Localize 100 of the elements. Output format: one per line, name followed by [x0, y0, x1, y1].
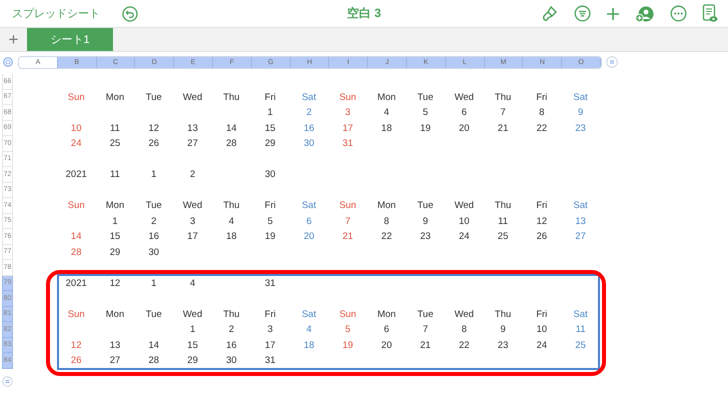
- table-cell-text: 1: [150, 278, 158, 289]
- select-all-handle[interactable]: [3, 57, 13, 67]
- table-cell-text: 24: [458, 231, 470, 242]
- table-cell-text: 11: [574, 324, 586, 336]
- table-cell-text: Fri: [535, 308, 548, 320]
- table-cell-text: Fri: [535, 92, 548, 103]
- table-cell-text: 18: [380, 122, 393, 134]
- table-cell-text: Sat: [300, 308, 318, 320]
- table-cell-text: 2021: [64, 169, 88, 180]
- table-cell-text: 31: [264, 355, 276, 366]
- table-cell-text: Thu: [222, 92, 241, 103]
- table-cell-text: 30: [264, 169, 276, 180]
- table-cell-text: 21: [419, 340, 432, 351]
- table-cell-text: 28: [225, 138, 238, 150]
- table-cell-text: 8: [538, 107, 546, 118]
- table-cell-text: 8: [460, 324, 468, 336]
- table-cell-text: 4: [305, 324, 313, 336]
- table-cell-text: 3: [344, 107, 352, 118]
- list-icon[interactable]: [574, 5, 591, 22]
- table-cell-text: Thu: [494, 92, 512, 103]
- table-cell-text: Thu: [494, 200, 512, 212]
- table-cell-text: 14: [225, 122, 238, 134]
- table-cell-text: 30: [302, 138, 316, 150]
- table-cell-text: 16: [148, 231, 160, 242]
- more-icon[interactable]: [670, 5, 687, 22]
- undo-icon[interactable]: [122, 6, 138, 22]
- table-cell-text: 23: [496, 340, 510, 351]
- sheet-tab[interactable]: シート1: [27, 28, 113, 51]
- table-cell-text: 24: [70, 138, 82, 150]
- table-cell-text: 13: [186, 122, 199, 134]
- table-cell-text: 10: [535, 324, 548, 336]
- table-cell-text: Wed: [182, 200, 204, 212]
- table-cell-text: 23: [419, 231, 432, 242]
- table-cell-text: 11: [497, 216, 509, 227]
- table-cell-text: Sat: [572, 308, 589, 320]
- table-cell-text: 27: [186, 138, 199, 150]
- table-cell-text: Mon: [376, 92, 397, 103]
- table-cell-text: 6: [460, 107, 468, 118]
- table-cell-text: 8: [382, 216, 390, 227]
- table-cell-text: 14: [148, 340, 160, 351]
- table-cell-text: 2: [150, 216, 158, 227]
- table-cell-text: Wed: [453, 92, 475, 103]
- add-sheet-button[interactable]: +: [0, 28, 27, 51]
- back-link[interactable]: スプレッドシート: [12, 6, 100, 21]
- table-cell-text: Wed: [453, 200, 475, 212]
- table-cell-text: 9: [499, 324, 507, 336]
- table-cell-text: Wed: [182, 92, 204, 103]
- table-cell-text: Thu: [222, 200, 241, 212]
- table-cell-text: Wed: [453, 308, 475, 320]
- table-cell-text: 1: [150, 169, 158, 180]
- table-cell-text: Sat: [300, 92, 318, 103]
- table-cell-text: 6: [305, 216, 313, 227]
- table-cell-text: Fri: [264, 92, 277, 103]
- table-cell-text: Tue: [144, 92, 163, 103]
- table-cell-text: 22: [458, 340, 470, 351]
- table-cell-text: Tue: [416, 92, 434, 103]
- table-cell-text: 25: [496, 231, 510, 242]
- table-cell-text: Tue: [416, 308, 434, 320]
- add-person-icon[interactable]: [635, 4, 655, 22]
- table-cell-text: Sun: [66, 308, 86, 320]
- table-cell-text: 13: [108, 340, 122, 351]
- table-cell-text: 24: [535, 340, 548, 351]
- table-cell-text: Sun: [338, 308, 358, 320]
- table-cell-text: 18: [225, 231, 238, 242]
- table-cell-text: 28: [148, 355, 160, 366]
- table-cell-text: Fri: [264, 308, 277, 320]
- table-cell-text: Sat: [572, 200, 589, 212]
- table-cell-text: Mon: [104, 308, 126, 320]
- document-title: 空白 3: [347, 5, 381, 22]
- table-cell-text: 11: [109, 122, 121, 134]
- table-cell-text: 14: [70, 231, 82, 242]
- table-cell-text: 16: [302, 122, 316, 134]
- paintbrush-icon[interactable]: [541, 4, 559, 22]
- table-cell-text: 2: [305, 107, 313, 118]
- table-cell-text: 20: [302, 231, 316, 242]
- table-cell-text: 3: [188, 216, 196, 227]
- table-cell-text: Tue: [144, 308, 163, 320]
- table-cell-text: 10: [458, 216, 470, 227]
- add-icon[interactable]: [606, 6, 620, 20]
- table-cell-text: 21: [496, 122, 510, 134]
- table-cell-text: Tue: [144, 200, 163, 212]
- add-row-handle[interactable]: [2, 376, 13, 387]
- table-cell-text: Sun: [66, 92, 86, 103]
- table-cell-text: 26: [148, 138, 160, 150]
- table-cell-text: Sun: [338, 92, 358, 103]
- table-cell-text: 1: [188, 324, 196, 336]
- pause-icon[interactable]: [606, 56, 618, 68]
- document-view-icon[interactable]: [702, 4, 718, 23]
- table-cell-text: Mon: [376, 200, 397, 212]
- table-cell-text: Mon: [104, 92, 126, 103]
- table-cell-text: 29: [186, 355, 199, 366]
- table-cell-text: 19: [341, 340, 354, 351]
- table-cell-text: 4: [188, 278, 196, 289]
- table-cell-text: 5: [422, 107, 430, 118]
- table-cell-text: 20: [380, 340, 393, 351]
- table-cell-text: 25: [108, 138, 122, 150]
- table-cell-text: 23: [574, 122, 587, 134]
- table-cell-text: 17: [341, 122, 354, 134]
- table-cell-text: 5: [344, 324, 352, 336]
- table-cell-text: Sun: [338, 200, 358, 212]
